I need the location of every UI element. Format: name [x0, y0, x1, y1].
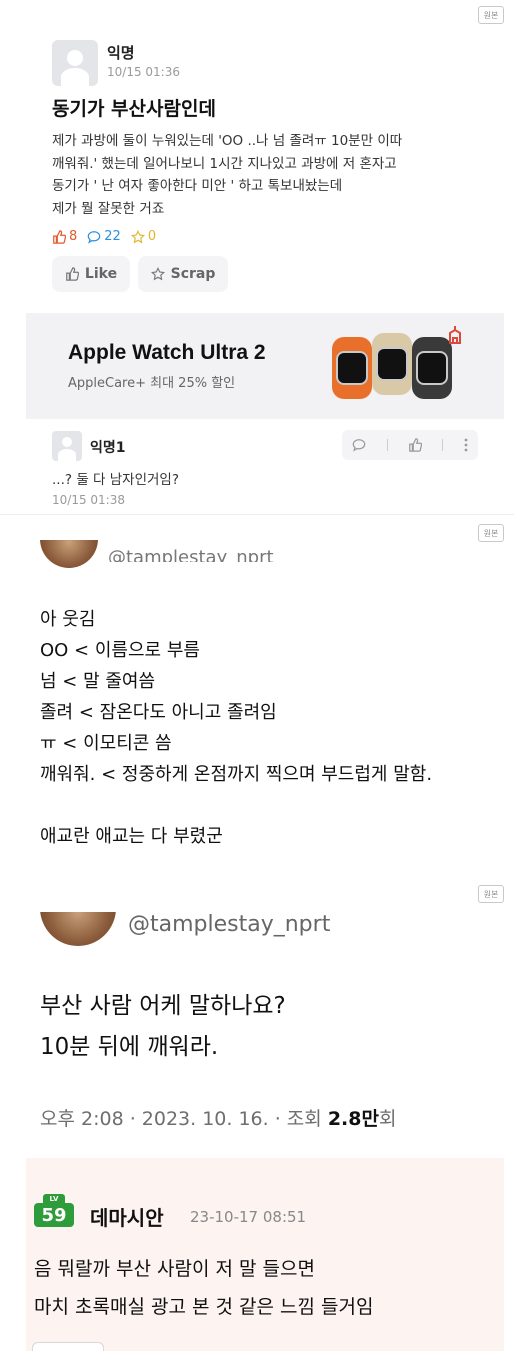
post-body-line: 깨워줘.' 했는데 일어나보니 1시간 지나있고 과방에 저 혼자고	[52, 155, 397, 172]
post-title: 동기가 부산사람인데	[52, 98, 216, 120]
author-avatar	[52, 40, 98, 86]
level-number: 59	[34, 1203, 74, 1227]
tweet-line: 졸려 < 잠온다도 아니고 졸려임	[40, 702, 277, 723]
scrap-count: 0	[147, 229, 157, 244]
speech-bubble-icon	[87, 230, 101, 244]
tweet-handle[interactable]: @tamplestay_nprt	[108, 542, 274, 562]
tweet-line: 아 웃김	[40, 609, 96, 630]
tweet-views: 2.8만	[327, 1108, 379, 1130]
comment2-card: LV 59 데마시안 23-10-17 08:51 음 뭐랄까 부산 사람이 저…	[26, 1158, 504, 1351]
thumbs-up-icon[interactable]	[408, 438, 422, 452]
post-body-line: 제가 과방에 둘이 누워있는데 'OO ..나 넘 졸려ㅠ 10분만 이따	[52, 133, 403, 149]
comment2-line: 음 뭐랄까 부산 사람이 저 말 들으면	[34, 1258, 315, 1280]
level-badge: LV 59	[34, 1194, 74, 1228]
comment2-date: 23-10-17 08:51	[190, 1208, 307, 1226]
section-divider	[0, 514, 514, 515]
tweet-meta: 오후 2:08 · 2023. 10. 16. · 조회 2.8만회	[40, 1104, 396, 1131]
comment-stat: 22	[87, 229, 121, 244]
comment-author: 익명1	[90, 440, 126, 456]
star-icon	[130, 229, 145, 243]
post-body: 제가 과방에 둘이 누워있는데 'OO ..나 넘 졸려ㅠ 10분만 이따 깨워…	[52, 130, 502, 220]
scrap-button-label: Scrap	[170, 266, 216, 282]
original-badge[interactable]: 원본	[478, 524, 504, 542]
author-name: 익명	[107, 44, 135, 62]
tweet-line: 넘 < 말 줄여씀	[40, 671, 156, 692]
tweet-timestamp: 오후 2:08 · 2023. 10. 16. · 조회	[40, 1108, 328, 1130]
original-badge[interactable]: 원본	[478, 6, 504, 24]
comment2-author: 데마시안	[90, 1206, 164, 1230]
post-body-line: 제가 뭘 잘못한 거죠	[52, 200, 165, 217]
ad-banner[interactable]: Apple Watch Ultra 2 AppleCare+ 최대 25% 할인	[26, 313, 504, 419]
tweet-line: 부산 사람 어케 말하나요?	[40, 993, 286, 1019]
tweet-avatar	[40, 912, 116, 946]
thumbs-up-icon	[53, 229, 66, 244]
original-badge[interactable]: 원본	[478, 885, 504, 903]
divider	[442, 439, 444, 451]
tweet2-body: 부산 사람 어케 말하나요? 10분 뒤에 깨워라.	[40, 986, 510, 1068]
comment-actions	[342, 430, 478, 460]
thumbs-up-icon	[66, 267, 79, 281]
post-date: 10/15 01:36	[107, 65, 180, 79]
comment-count: 22	[104, 229, 121, 244]
post-body-line: 동기가 ' 난 여자 좋아한다 미안 ' 하고 톡보내놨는데	[52, 178, 343, 194]
tweet-line: ㅠ < 이모티콘 씀	[40, 733, 172, 754]
comment-date: 10/15 01:38	[52, 493, 125, 507]
tweet-views-suffix: 회	[378, 1108, 397, 1130]
divider	[386, 439, 388, 451]
tweet-line: 애교란 애교는 다 부렸군	[40, 826, 223, 847]
ad-title: Apple Watch Ultra 2	[68, 341, 266, 364]
scrap-button[interactable]: Scrap	[138, 256, 228, 292]
tweet-avatar	[40, 540, 98, 572]
comment-avatar	[52, 431, 82, 461]
tweet-line: 10분 뒤에 깨워라.	[40, 1034, 219, 1060]
comment-text: ...? 둘 다 남자인거임?	[52, 472, 180, 488]
like-button-label: Like	[84, 266, 118, 282]
like-button[interactable]: Like	[52, 256, 130, 292]
tweet-handle[interactable]: @tamplestay_nprt	[128, 912, 330, 937]
like-count: 8	[69, 229, 78, 244]
more-options-icon[interactable]	[464, 438, 468, 452]
comment2-line: 마치 초록매실 광고 본 것 같은 느낌 들거임	[34, 1296, 374, 1318]
watch-image	[332, 333, 462, 403]
like-stat: 8	[52, 229, 77, 244]
reply-icon[interactable]	[352, 438, 366, 452]
comment2-action-stub[interactable]	[32, 1342, 104, 1351]
post-stats: 8 22 0	[52, 229, 156, 244]
tweet1-body: 아 웃김 OO < 이름으로 부름 넘 < 말 줄여씀 졸려 < 잠온다도 아니…	[40, 604, 510, 852]
ad-subtitle: AppleCare+ 최대 25% 할인	[68, 376, 236, 391]
tweet-line: OO < 이름으로 부름	[40, 640, 200, 661]
scrap-stat: 0	[130, 229, 157, 244]
ad-logo-icon	[449, 326, 461, 344]
star-icon	[150, 267, 165, 281]
comment2-body: 음 뭐랄까 부산 사람이 저 말 들으면 마치 초록매실 광고 본 것 같은 느…	[34, 1250, 500, 1326]
tweet-line: 깨워줘. < 정중하게 온점까지 찍으며 부드럽게 말함.	[40, 764, 433, 785]
